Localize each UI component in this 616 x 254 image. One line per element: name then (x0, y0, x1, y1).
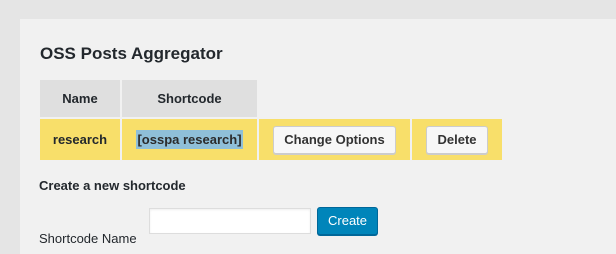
table-header-row: Name Shortcode (40, 80, 502, 118)
shortcode-name-cell: research (40, 117, 122, 160)
page-title: OSS Posts Aggregator (40, 44, 223, 63)
shortcode-value-cell[interactable]: [osspa research] (121, 117, 259, 160)
change-options-cell: Change Options (258, 117, 412, 160)
delete-cell: Delete (411, 117, 502, 160)
shortcodes-table: Name Shortcode research [osspa research]… (40, 80, 502, 160)
shortcode-name-input[interactable] (149, 208, 311, 234)
shortcode-name-label: Shortcode Name (39, 231, 137, 246)
column-header-shortcode: Shortcode (121, 80, 259, 118)
change-options-button[interactable]: Change Options (273, 125, 396, 154)
table-row: research [osspa research] Change Options… (40, 117, 502, 160)
plugin-panel: OSS Posts Aggregator Name Shortcode rese… (20, 19, 616, 254)
column-header-name: Name (40, 80, 122, 118)
create-shortcode-heading: Create a new shortcode (39, 178, 186, 193)
selected-shortcode-text[interactable]: [osspa research] (136, 130, 243, 149)
delete-button[interactable]: Delete (426, 125, 488, 154)
create-button[interactable]: Create (317, 207, 379, 235)
